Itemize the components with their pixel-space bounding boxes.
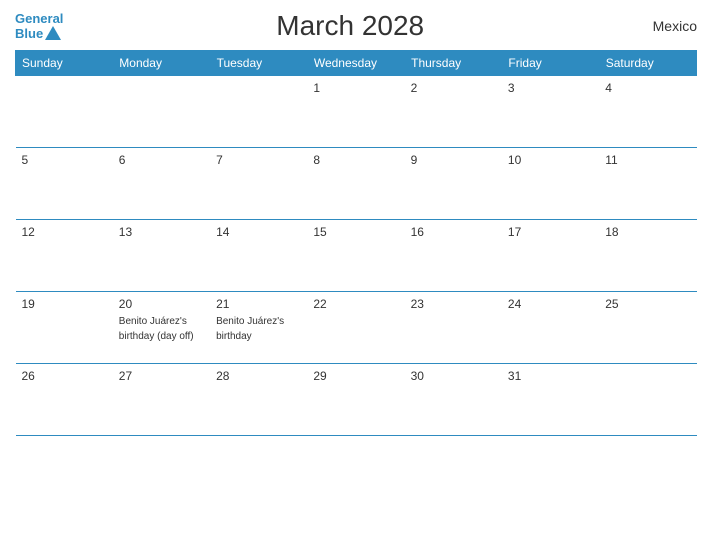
day-number: 3 — [508, 81, 593, 95]
day-number: 2 — [411, 81, 496, 95]
calendar-cell: 17 — [502, 220, 599, 292]
day-number: 16 — [411, 225, 496, 239]
header-saturday: Saturday — [599, 51, 696, 76]
calendar-cell: 15 — [307, 220, 404, 292]
calendar-cell: 2 — [405, 76, 502, 148]
calendar-cell — [16, 76, 113, 148]
day-number: 23 — [411, 297, 496, 311]
day-number: 8 — [313, 153, 398, 167]
calendar-week-0: 1234 — [16, 76, 697, 148]
page: General Blue March 2028 Mexico Sunday Mo… — [0, 0, 712, 550]
calendar-cell: 16 — [405, 220, 502, 292]
header-thursday: Thursday — [405, 51, 502, 76]
calendar-cell: 9 — [405, 148, 502, 220]
day-number: 1 — [313, 81, 398, 95]
calendar-cell — [113, 76, 210, 148]
day-number: 28 — [216, 369, 301, 383]
calendar-cell: 13 — [113, 220, 210, 292]
day-number: 26 — [22, 369, 107, 383]
day-number: 9 — [411, 153, 496, 167]
page-title: March 2028 — [63, 10, 637, 42]
calendar-cell: 3 — [502, 76, 599, 148]
day-number: 29 — [313, 369, 398, 383]
header-friday: Friday — [502, 51, 599, 76]
day-event: Benito Juárez's birthday — [216, 316, 284, 342]
day-number: 30 — [411, 369, 496, 383]
day-number: 27 — [119, 369, 204, 383]
calendar-week-3: 19 20 Benito Juárez's birthday (day off) 21… — [16, 292, 697, 364]
calendar-cell: 28 — [210, 364, 307, 436]
calendar-cell: 22 — [307, 292, 404, 364]
day-number: 6 — [119, 153, 204, 167]
day-number: 15 — [313, 225, 398, 239]
calendar-cell: 21 Benito Juárez's birthday — [210, 292, 307, 364]
logo: General Blue — [15, 11, 63, 42]
day-number: 14 — [216, 225, 301, 239]
calendar-cell: 30 — [405, 364, 502, 436]
day-number: 7 — [216, 153, 301, 167]
calendar-header: Sunday Monday Tuesday Wednesday Thursday… — [16, 51, 697, 76]
calendar-cell: 25 — [599, 292, 696, 364]
calendar-cell: 23 — [405, 292, 502, 364]
calendar-cell: 19 — [16, 292, 113, 364]
calendar-week-4: 26 27 28 29 30 31 — [16, 364, 697, 436]
calendar-cell — [599, 364, 696, 436]
calendar-week-1: 56789 10 11 — [16, 148, 697, 220]
day-number: 18 — [605, 225, 690, 239]
calendar-cell: 5 — [16, 148, 113, 220]
calendar: Sunday Monday Tuesday Wednesday Thursday… — [15, 50, 697, 436]
day-number: 24 — [508, 297, 593, 311]
header-tuesday: Tuesday — [210, 51, 307, 76]
day-number: 13 — [119, 225, 204, 239]
calendar-cell: 6 — [113, 148, 210, 220]
day-event: Benito Juárez's birthday (day off) — [119, 316, 194, 342]
day-number: 17 — [508, 225, 593, 239]
day-number: 25 — [605, 297, 690, 311]
day-number: 10 — [508, 153, 593, 167]
header-sunday: Sunday — [16, 51, 113, 76]
calendar-cell — [210, 76, 307, 148]
day-number: 22 — [313, 297, 398, 311]
day-number: 20 — [119, 297, 204, 311]
calendar-cell: 4 — [599, 76, 696, 148]
logo-blue: Blue — [15, 26, 43, 41]
calendar-body: 1234567891011121314151617181920Benito Ju… — [16, 76, 697, 436]
calendar-cell: 31 — [502, 364, 599, 436]
calendar-cell: 18 — [599, 220, 696, 292]
calendar-cell: 1 — [307, 76, 404, 148]
calendar-cell: 24 — [502, 292, 599, 364]
calendar-cell: 8 — [307, 148, 404, 220]
calendar-cell: 26 — [16, 364, 113, 436]
day-number: 31 — [508, 369, 593, 383]
calendar-cell: 11 — [599, 148, 696, 220]
calendar-cell: 29 — [307, 364, 404, 436]
logo-general: General — [15, 11, 63, 26]
calendar-cell: 7 — [210, 148, 307, 220]
header-monday: Monday — [113, 51, 210, 76]
calendar-cell: 20 Benito Juárez's birthday (day off) — [113, 292, 210, 364]
day-number: 4 — [605, 81, 690, 95]
day-number: 5 — [22, 153, 107, 167]
calendar-cell: 10 — [502, 148, 599, 220]
country-label: Mexico — [637, 18, 697, 34]
day-number: 11 — [605, 153, 690, 167]
calendar-cell: 12 — [16, 220, 113, 292]
day-number: 21 — [216, 297, 301, 311]
calendar-cell: 14 — [210, 220, 307, 292]
day-headers-row: Sunday Monday Tuesday Wednesday Thursday… — [16, 51, 697, 76]
header: General Blue March 2028 Mexico — [15, 10, 697, 42]
calendar-cell: 27 — [113, 364, 210, 436]
header-wednesday: Wednesday — [307, 51, 404, 76]
logo-triangle-icon — [45, 26, 61, 40]
calendar-week-2: 12 13 14 15 16 17 18 — [16, 220, 697, 292]
day-number: 19 — [22, 297, 107, 311]
day-number: 12 — [22, 225, 107, 239]
